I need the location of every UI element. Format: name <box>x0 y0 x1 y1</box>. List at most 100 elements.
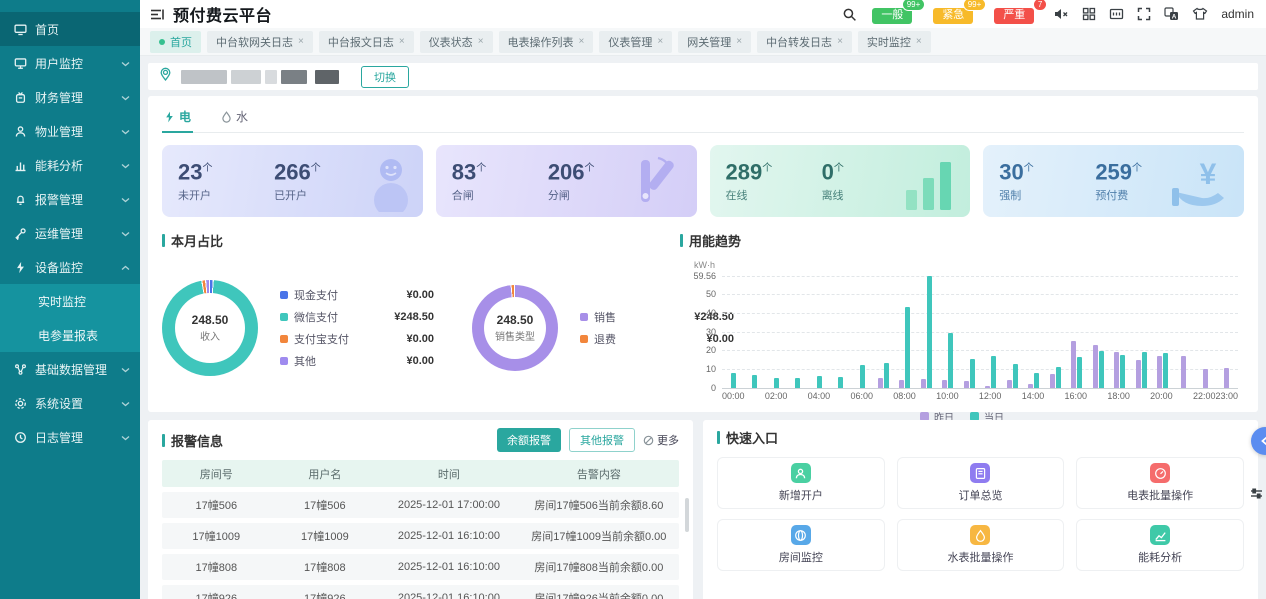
sidebar-item-4[interactable]: 物业管理 <box>0 114 140 148</box>
screen-icon[interactable] <box>1109 7 1124 21</box>
quick-entry-3[interactable]: 电表批量操作 <box>1076 457 1244 509</box>
water-icon <box>970 525 990 545</box>
sidebar-item-3[interactable]: 财务管理 <box>0 80 140 114</box>
bar-当日 <box>731 373 736 388</box>
table-cell: 2025-12-01 16:10:00 <box>379 530 519 542</box>
bar-group <box>808 376 830 388</box>
alarm-badge-2[interactable]: 紧急99+ <box>933 5 973 24</box>
x-axis-tick <box>830 391 850 401</box>
x-axis-tick: 10:00 <box>936 391 959 401</box>
tab-3[interactable]: 仪表状态 × <box>420 31 493 53</box>
stat-label: 合闸 <box>452 187 548 203</box>
tab-close-icon[interactable]: × <box>916 36 922 47</box>
tab-close-icon[interactable]: × <box>736 36 742 47</box>
x-axis-tick: 12:00 <box>979 391 1002 401</box>
tab-8[interactable]: 实时监控× <box>858 31 931 53</box>
utility-tab-water[interactable]: 水 <box>219 102 250 132</box>
table-header-row: 房间号用户名时间告警内容 <box>162 460 679 487</box>
translate-icon[interactable]: A <box>1164 7 1179 21</box>
x-axis-tick: 06:00 <box>850 391 873 401</box>
quick-entry-1[interactable]: 新增开户 <box>717 457 885 509</box>
collapse-menu-icon[interactable] <box>150 8 165 21</box>
sidebar-item-11[interactable]: 日志管理 <box>0 420 140 454</box>
legend-name: 微信支付 <box>294 309 364 325</box>
table-scrollbar[interactable] <box>685 498 689 532</box>
quick-entry-6[interactable]: 能耗分析 <box>1076 519 1244 571</box>
table-header-cell: 告警内容 <box>519 466 679 482</box>
alarm-badge-3[interactable]: 严重7 <box>994 5 1034 24</box>
tab-2[interactable]: 中台报文日志× <box>319 31 414 53</box>
tab-4[interactable]: 电表操作列表× <box>499 31 594 53</box>
fullscreen-icon[interactable] <box>1137 7 1151 21</box>
table-cell: 17幢1009 <box>271 528 380 544</box>
tab-label: 仪表状态 <box>429 34 473 50</box>
energy-trend-section: 用能趋势 kW·h0102030405059.56 00:0002:0004:0… <box>672 231 1244 424</box>
sidebar-item-label: 报警管理 <box>35 191 121 208</box>
bar-group <box>873 363 895 388</box>
tab-close-icon[interactable]: × <box>837 36 843 47</box>
other-alarm-button[interactable]: 其他报警 <box>569 428 635 452</box>
chevron-down-icon <box>121 362 130 376</box>
tab-close-icon[interactable]: × <box>579 36 585 47</box>
search-icon-btn[interactable] <box>842 7 857 22</box>
bar-昨日 <box>1050 374 1055 388</box>
tab-close-icon[interactable]: × <box>298 36 304 47</box>
sidebar-subitem[interactable]: 电参量报表 <box>0 318 140 352</box>
sidebar-subitem[interactable]: 实时监控 <box>0 284 140 318</box>
bar-当日 <box>795 378 800 388</box>
sidebar-item-1[interactable]: 首页 <box>0 12 140 46</box>
quick-entry-4[interactable]: 房间监控 <box>717 519 885 571</box>
tab-home[interactable]: 首页 <box>150 31 201 53</box>
tab-5[interactable]: 仪表管理× <box>599 31 672 53</box>
legend-item: 支付宝支付¥0.00 <box>280 331 434 347</box>
shirt-icon[interactable] <box>1192 7 1208 21</box>
sidebar-item-8[interactable]: 设备监控 <box>0 250 140 284</box>
tab-close-icon[interactable]: × <box>657 36 663 47</box>
more-link[interactable]: 更多 <box>643 432 679 448</box>
utility-tab-electric[interactable]: 电 <box>162 102 193 132</box>
chevron-down-icon <box>121 430 130 444</box>
bar-当日 <box>948 333 953 388</box>
quick-entry-5[interactable]: 水表批量操作 <box>897 519 1065 571</box>
sidebar-item-2[interactable]: 用户监控 <box>0 46 140 80</box>
tab-7[interactable]: 中台转发日志× <box>757 31 852 53</box>
legend-item: 现金支付¥0.00 <box>280 287 434 303</box>
legend-swatch <box>280 357 288 365</box>
alarm-badge-1[interactable]: 一般99+ <box>872 5 912 24</box>
bar-昨日 <box>1203 369 1208 388</box>
stat-card-1: 23个未开户266个已开户 <box>162 145 423 217</box>
chevron-down-icon <box>121 124 130 138</box>
y-axis-tick: 10 <box>706 364 716 374</box>
sidebar-item-7[interactable]: 运维管理 <box>0 216 140 250</box>
sidebar-item-5[interactable]: 能耗分析 <box>0 148 140 182</box>
adjust-float-icon[interactable] <box>1250 486 1263 504</box>
legend-value: ¥248.50 <box>382 311 434 323</box>
sidebar-item-6[interactable]: 报警管理 <box>0 182 140 216</box>
table-row: 17幢50617幢5062025-12-01 17:00:00房间17幢506当… <box>162 492 679 518</box>
tab-1[interactable]: 中台软网关日志× <box>207 31 313 53</box>
settings-icon <box>14 397 27 410</box>
bar-当日 <box>1120 355 1125 388</box>
bar-group <box>830 377 852 388</box>
user-name[interactable]: admin <box>1221 7 1254 21</box>
bar-group <box>744 375 766 388</box>
switch-campus-button[interactable]: 切换 <box>361 66 409 88</box>
quick-entry-label: 房间监控 <box>779 549 823 565</box>
location-pin-icon <box>158 67 173 87</box>
tab-close-icon[interactable]: × <box>478 36 484 47</box>
bar-当日 <box>860 365 865 388</box>
alarm-badge-count: 99+ <box>903 0 925 10</box>
balance-alarm-button[interactable]: 余额报警 <box>497 428 561 452</box>
sidebar-item-9[interactable]: 基础数据管理 <box>0 352 140 386</box>
quick-entry-2[interactable]: 订单总览 <box>897 457 1065 509</box>
stat-card-3: 289个在线0个离线 <box>710 145 971 217</box>
sidebar-item-10[interactable]: 系统设置 <box>0 386 140 420</box>
tab-close-icon[interactable]: × <box>399 36 405 47</box>
mute-icon[interactable] <box>1053 7 1069 21</box>
utility-tabs: 电水 <box>162 102 1244 133</box>
tab-6[interactable]: 网关管理× <box>678 31 751 53</box>
chevron-down-icon <box>121 90 130 104</box>
x-axis-tick <box>787 391 807 401</box>
grid-icon[interactable] <box>1082 7 1096 21</box>
bar-当日 <box>838 377 843 388</box>
